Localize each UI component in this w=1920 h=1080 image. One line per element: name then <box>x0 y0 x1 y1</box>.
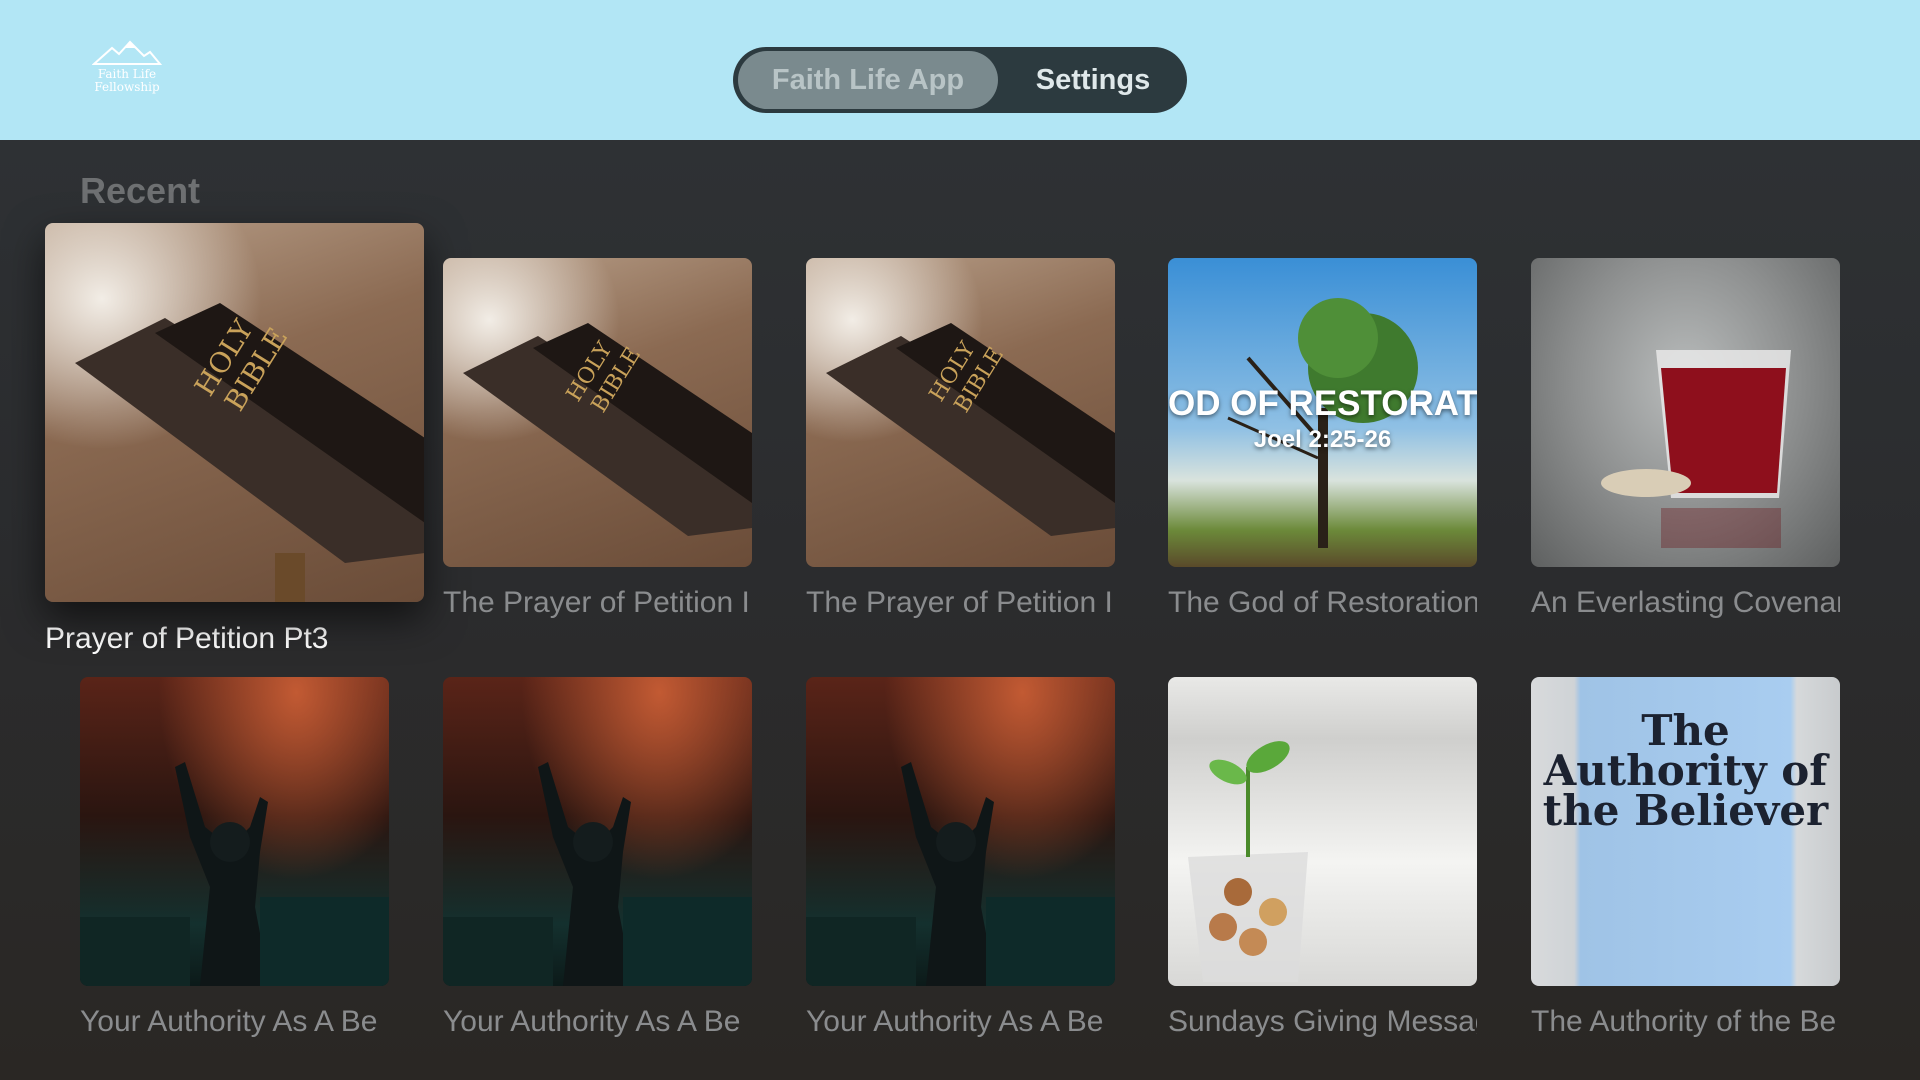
media-card[interactable]: Your Authority As A Be <box>80 677 389 1039</box>
media-card-focused[interactable]: HOLY BIBLE Prayer of Petition Pt3 <box>45 223 424 656</box>
thumbnail-giving <box>1168 677 1477 986</box>
top-bar: Faith Life Fellowship Faith Life App Set… <box>0 0 1920 140</box>
artwork-title: The Authority of the Believer <box>1542 706 1829 835</box>
tab-settings[interactable]: Settings <box>1005 51 1181 109</box>
card-title: An Everlasting Covenant <box>1531 586 1840 619</box>
card-title: Your Authority As A Be <box>80 1005 378 1038</box>
card-title: The Prayer of Petition I <box>806 586 1113 619</box>
bible-artwork-icon: HOLY BIBLE <box>75 303 424 602</box>
media-card[interactable]: An Everlasting Covenant <box>1531 258 1840 620</box>
media-card[interactable]: HOLY BIBLE The Prayer of Petition I <box>443 258 752 620</box>
media-card[interactable]: Your Authority As A Be <box>806 677 1115 1039</box>
tab-faith-life-app[interactable]: Faith Life App <box>738 51 998 109</box>
bible-artwork-icon: HOLY BIBLE <box>826 323 1115 536</box>
thumbnail-communion <box>1531 258 1840 567</box>
worship-artwork-icon <box>80 762 389 986</box>
thumbnail-bible: HOLY BIBLE <box>45 223 424 602</box>
card-title: Your Authority As A Be <box>806 1005 1104 1038</box>
thumbnail-worship <box>80 677 389 986</box>
card-title: The God of Restoration <box>1168 586 1477 619</box>
app-logo: Faith Life Fellowship <box>88 40 166 102</box>
media-card[interactable]: HOLY BIBLE The Prayer of Petition I <box>806 258 1115 620</box>
thumbnail-worship <box>806 677 1115 986</box>
thumbnail-bible: HOLY BIBLE <box>806 258 1115 567</box>
thumbnail-restoration: OD OF RESTORATI Joel 2:25-26 <box>1168 258 1477 567</box>
mountain-logo-icon <box>92 40 162 65</box>
card-title: The Authority of the Be <box>1531 1005 1837 1038</box>
communion-cup-icon <box>1601 350 1791 548</box>
artwork-title: OD OF RESTORATI <box>1168 384 1477 423</box>
media-card[interactable]: OD OF RESTORATI Joel 2:25-26 The God of … <box>1168 258 1477 620</box>
logo-text: Faith Life Fellowship <box>94 67 160 94</box>
thumbnail-bible: HOLY BIBLE <box>443 258 752 567</box>
card-title: Sundays Giving Message <box>1168 1005 1477 1038</box>
bible-artwork-icon: HOLY BIBLE <box>463 323 752 536</box>
media-card[interactable]: Your Authority As A Be <box>443 677 752 1039</box>
plant-coins-icon <box>1188 741 1308 982</box>
card-title: Prayer of Petition Pt3 <box>45 622 329 655</box>
worship-artwork-icon <box>806 762 1115 986</box>
media-card[interactable]: Sundays Giving Message <box>1168 677 1477 1039</box>
card-title: The Prayer of Petition I <box>443 586 750 619</box>
section-title: Recent <box>80 170 201 211</box>
thumbnail-worship <box>443 677 752 986</box>
thumbnail-authority-book: The Authority of the Believer <box>1531 677 1840 986</box>
worship-artwork-icon <box>443 762 752 986</box>
tab-bar: Faith Life App Settings <box>733 47 1187 113</box>
media-card[interactable]: The Authority of the Believer The Author… <box>1531 677 1840 1039</box>
card-title: Your Authority As A Be <box>443 1005 741 1038</box>
artwork-subtitle: Joel 2:25-26 <box>1253 426 1392 453</box>
